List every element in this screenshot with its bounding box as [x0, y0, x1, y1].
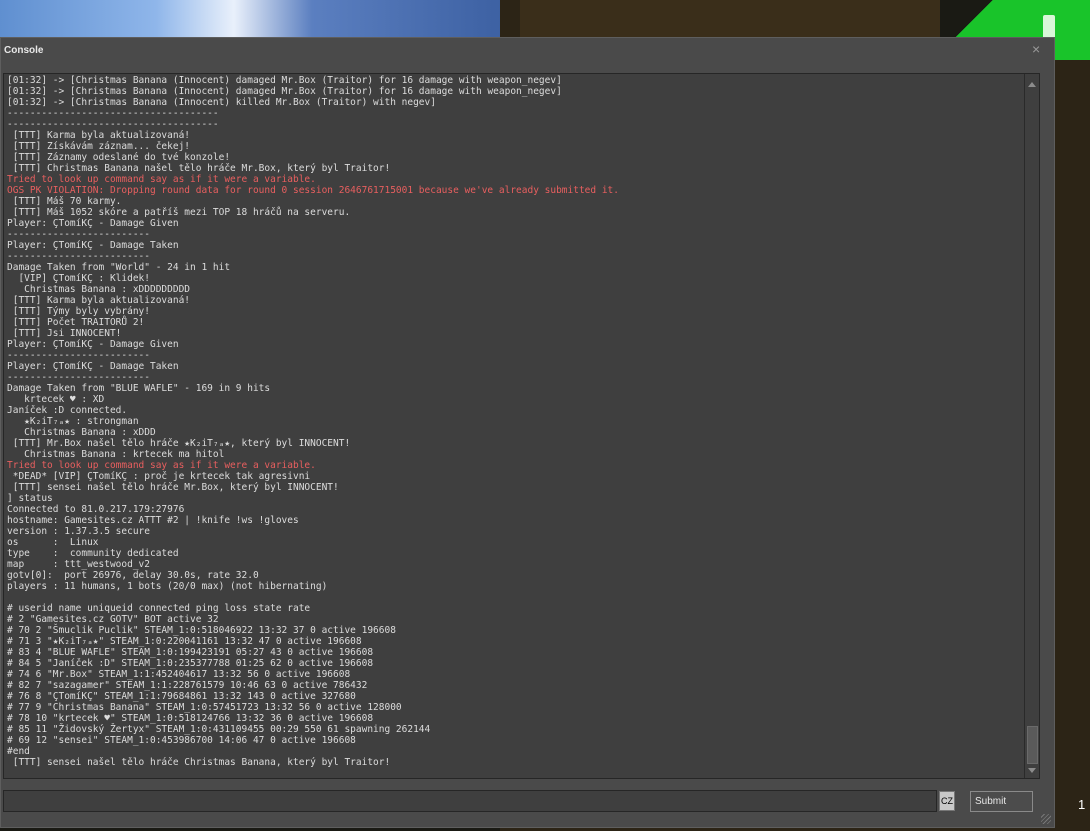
- log-line: version : 1.37.3.5 secure: [7, 526, 150, 537]
- log-line: # 85 11 "Židovský Žertyx" STEAM_1:0:4311…: [7, 724, 431, 735]
- log-line: [TTT] Získávám záznam... čekej!: [7, 141, 191, 152]
- log-line: # userid name uniqueid connected ping lo…: [7, 603, 311, 614]
- log-line: [TTT] Karma byla aktualizovaná!: [7, 130, 191, 141]
- log-line: # 2 "Gamesites.cz GOTV" BOT active 32: [7, 614, 219, 625]
- close-icon[interactable]: ×: [1032, 42, 1040, 56]
- log-line: # 77 9 "Christmas Banana" STEAM_1:0:5745…: [7, 702, 402, 713]
- log-line: ★K₂iT₇ₐ★ : strongman: [7, 416, 139, 427]
- log-line: -------------------------: [7, 229, 150, 240]
- console-scrollbar[interactable]: [1024, 74, 1039, 778]
- log-line: [TTT] sensei našel tělo hráče Christmas …: [7, 757, 391, 768]
- log-line: [TTT] Karma byla aktualizovaná!: [7, 295, 191, 306]
- log-line: -------------------------------------: [7, 108, 219, 119]
- log-line: -------------------------: [7, 350, 150, 361]
- log-line: Tried to look up command say as if it we…: [7, 460, 316, 471]
- log-line: [01:32] -> [Christmas Banana (Innocent) …: [7, 75, 562, 86]
- console-output-panel: [01:32] -> [Christmas Banana (Innocent) …: [3, 73, 1040, 779]
- submit-button[interactable]: Submit: [970, 791, 1033, 812]
- log-line: # 84 5 "Janíček :D" STEAM_1:0:235377788 …: [7, 658, 374, 669]
- hud-number: 1: [1078, 797, 1086, 812]
- log-line: # 74 6 "Mr.Box" STEAM_1:1:452404617 13:3…: [7, 669, 351, 680]
- log-line: #end: [7, 746, 30, 757]
- console-log: [01:32] -> [Christmas Banana (Innocent) …: [7, 75, 1021, 775]
- log-line: # 78 10 "krtecek ♥" STEAM_1:0:518124766 …: [7, 713, 374, 724]
- log-line: # 70 2 "Šmuclik Puclik" STEAM_1:0:518046…: [7, 625, 396, 636]
- log-line: # 82 7 "sazagamer" STEAM_1:1:228761579 1…: [7, 680, 368, 691]
- log-line: [TTT] Jsi INNOCENT!: [7, 328, 122, 339]
- log-line: Player: ÇTomíKÇ - Damage Taken: [7, 240, 179, 251]
- log-line: krtecek ♥ : XD: [7, 394, 105, 405]
- log-line: [TTT] Christmas Banana našel tělo hráče …: [7, 163, 391, 174]
- log-line: # 69 12 "sensei" STEAM_1:0:453986700 14:…: [7, 735, 356, 746]
- log-line: Christmas Banana : xDDDDDDDDD: [7, 284, 191, 295]
- console-titlebar[interactable]: Console ×: [1, 38, 1054, 64]
- log-line: [TTT] Máš 1052 skóre a patříš mezi TOP 1…: [7, 207, 351, 218]
- log-line: [TTT] sensei našel tělo hráče Mr.Box, kt…: [7, 482, 339, 493]
- log-line: map : ttt_westwood_v2: [7, 559, 150, 570]
- log-line: -------------------------------------: [7, 119, 219, 130]
- log-line: Player: ÇTomíKÇ - Damage Given: [7, 339, 179, 350]
- console-title: Console: [4, 45, 44, 56]
- log-line: [TTT] Mr.Box našel tělo hráče ★K₂iT₇ₐ★, …: [7, 438, 351, 449]
- log-line: Christmas Banana : xDDD: [7, 427, 156, 438]
- sky-area: [0, 0, 520, 40]
- scrollbar-thumb[interactable]: [1027, 726, 1038, 764]
- log-line: [TTT] Týmy byly vybrány!: [7, 306, 150, 317]
- log-line: # 71 3 "★K₂iT₇ₐ★" STEAM_1:0:220041161 13…: [7, 636, 362, 647]
- log-line: ] status: [7, 493, 53, 504]
- log-line: [01:32] -> [Christmas Banana (Innocent) …: [7, 97, 436, 108]
- scroll-down-icon[interactable]: [1028, 768, 1036, 773]
- resize-grip-icon[interactable]: [1041, 814, 1051, 824]
- log-line: [TTT] Počet TRAITORŮ 2!: [7, 317, 145, 328]
- log-line: Connected to 81.0.217.179:27976: [7, 504, 185, 515]
- log-line: Christmas Banana : krtecek ma hitol: [7, 449, 225, 460]
- scroll-up-icon[interactable]: [1028, 82, 1036, 87]
- log-line: type : community dedicated: [7, 548, 179, 559]
- log-line: [TTT] Máš 70 karmy.: [7, 196, 122, 207]
- log-line: OGS PK VIOLATION: Dropping round data fo…: [7, 185, 619, 196]
- language-indicator: CZ: [939, 791, 955, 811]
- log-line: [VIP] ÇTomíKÇ : Klidek!: [7, 273, 150, 284]
- log-line: Player: ÇTomíKÇ - Damage Given: [7, 218, 179, 229]
- log-line: gotv[0]: port 26976, delay 30.0s, rate 3…: [7, 570, 259, 581]
- log-line: Damage Taken from "World" - 24 in 1 hit: [7, 262, 231, 273]
- log-line: players : 11 humans, 1 bots (20/0 max) (…: [7, 581, 328, 592]
- log-line: [01:32] -> [Christmas Banana (Innocent) …: [7, 86, 562, 97]
- log-line: [TTT] Záznamy odeslané do tvé konzole!: [7, 152, 231, 163]
- log-line: hostname: Gamesites.cz ATTT #2 | !knife …: [7, 515, 299, 526]
- log-line: Janíček :D connected.: [7, 405, 128, 416]
- log-line: # 76 8 "ÇTomíKÇ" STEAM_1:1:79684861 13:3…: [7, 691, 356, 702]
- dirt-area-top: [520, 0, 940, 40]
- console-window: Console × [01:32] -> [Christmas Banana (…: [0, 37, 1055, 828]
- log-line: Damage Taken from "BLUE WAFLE" - 169 in …: [7, 383, 271, 394]
- command-input[interactable]: [3, 790, 937, 812]
- log-line: Tried to look up command say as if it we…: [7, 174, 316, 185]
- log-line: -------------------------: [7, 251, 150, 262]
- log-line: Player: ÇTomíKÇ - Damage Taken: [7, 361, 179, 372]
- log-line: *DEAD* [VIP] ÇTomíKÇ : proč je krtecek t…: [7, 471, 311, 482]
- log-line: os : Linux: [7, 537, 99, 548]
- log-line: -------------------------: [7, 372, 150, 383]
- log-line: # 83 4 "BLUE WAFLE" STEAM_1:0:199423191 …: [7, 647, 374, 658]
